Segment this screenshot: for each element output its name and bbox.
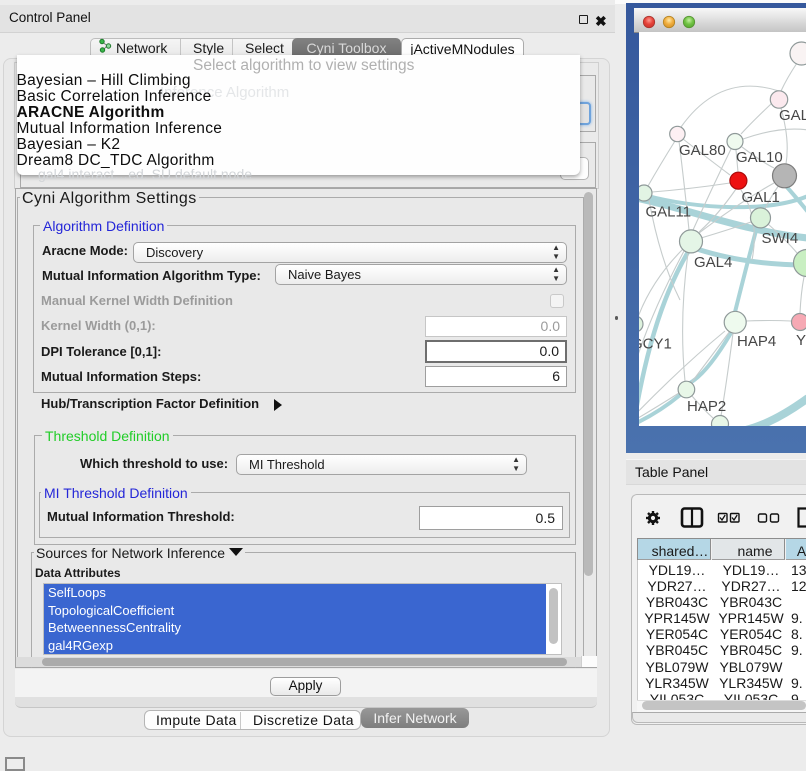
svg-text:Y: Y [796, 332, 806, 349]
svg-text:GAL10: GAL10 [736, 149, 783, 166]
svg-text:GAL11: GAL11 [646, 204, 692, 221]
svg-text:HAP4: HAP4 [737, 333, 776, 350]
svg-text:HAP2: HAP2 [687, 398, 726, 415]
svg-text:SWI4: SWI4 [762, 230, 799, 247]
svg-text:GAL7: GAL7 [779, 107, 806, 124]
svg-text:GAL1: GAL1 [742, 189, 780, 206]
svg-text:GCY1: GCY1 [639, 336, 672, 353]
svg-text:GAL4: GAL4 [694, 254, 732, 271]
svg-text:GAL80: GAL80 [679, 142, 726, 159]
